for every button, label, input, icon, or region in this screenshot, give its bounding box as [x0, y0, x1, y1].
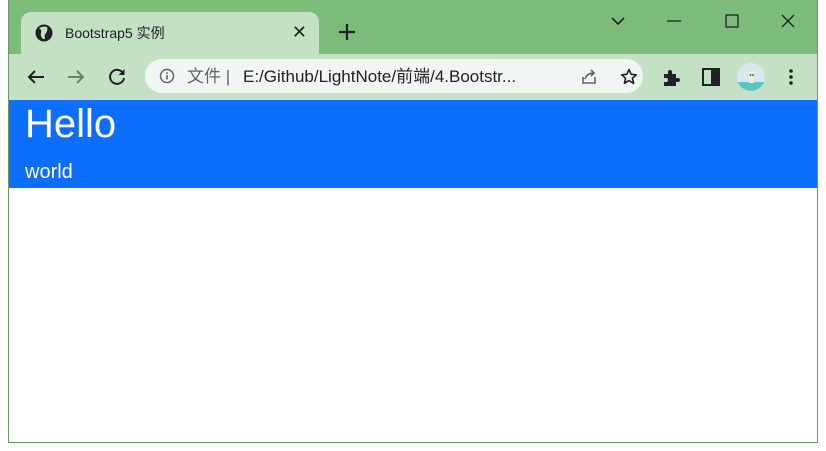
header-banner: Hello world: [9, 100, 817, 188]
browser-toolbar: 文件 | E:/Github/LightNote/前端/4.Bootstr...: [9, 54, 817, 100]
info-icon[interactable]: [159, 68, 175, 84]
browser-window: Bootstrap5 实例 ✕ 文件 | E:/Github/LightNote…: [8, 0, 818, 443]
title-bar: Bootstrap5 实例 ✕: [9, 0, 817, 54]
extensions-icon[interactable]: [659, 65, 683, 89]
menu-icon[interactable]: [779, 65, 803, 89]
address-bar[interactable]: 文件 | E:/Github/LightNote/前端/4.Bootstr...: [145, 59, 643, 93]
back-icon[interactable]: [24, 65, 48, 89]
page-content: Hello world: [9, 100, 817, 442]
minimize-icon[interactable]: [663, 10, 685, 32]
tab-title: Bootstrap5 实例: [65, 25, 165, 41]
share-icon[interactable]: [579, 67, 599, 87]
address-scheme-label: 文件 |: [187, 67, 231, 86]
close-icon[interactable]: [777, 10, 799, 32]
avatar-image: [737, 63, 765, 91]
page-heading: Hello: [25, 102, 117, 146]
forward-icon[interactable]: [64, 65, 88, 89]
reload-icon[interactable]: [105, 65, 129, 89]
url-text[interactable]: E:/Github/LightNote/前端/4.Bootstr...: [243, 67, 516, 87]
tab-bootstrap5[interactable]: Bootstrap5 实例 ✕: [21, 12, 319, 54]
profile-avatar[interactable]: [737, 63, 765, 91]
globe-icon: [35, 24, 53, 42]
tab-close-icon[interactable]: ✕: [292, 22, 307, 42]
new-tab-icon[interactable]: [335, 20, 359, 44]
maximize-icon[interactable]: [721, 10, 743, 32]
tab-search-icon[interactable]: [607, 10, 629, 32]
side-panel-icon[interactable]: [699, 65, 723, 89]
page-subheading: world: [25, 161, 73, 183]
star-icon[interactable]: [619, 67, 639, 87]
